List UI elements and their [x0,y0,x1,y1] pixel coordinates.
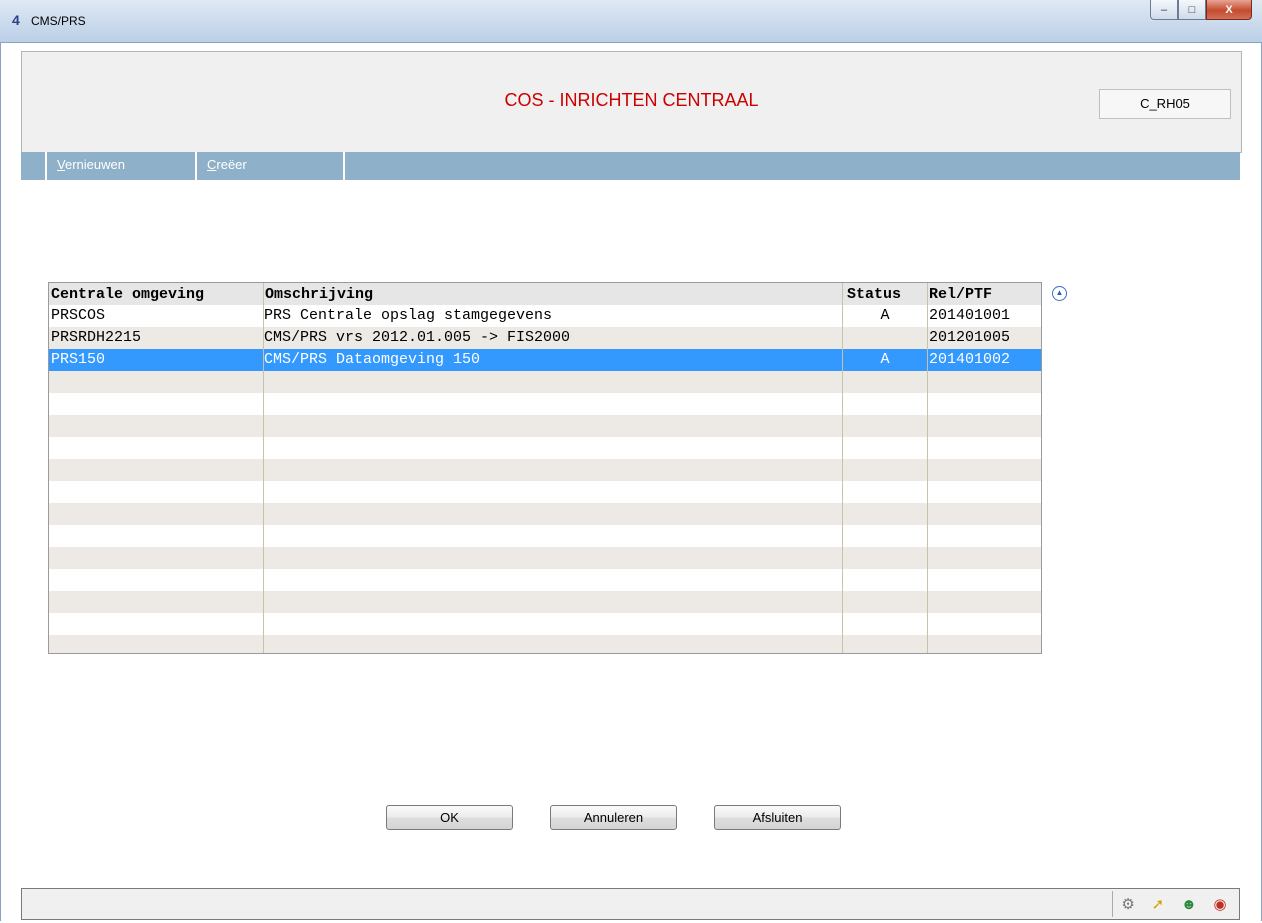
table-row-empty[interactable] [49,591,1041,613]
menu-item-creeer[interactable]: Creëer [195,152,345,180]
menu-label-rest: reëer [216,157,247,172]
table-row-selected[interactable]: PRS150 CMS/PRS Dataomgeving 150 A 201401… [49,349,1041,371]
column-header-status[interactable]: Status [847,283,901,305]
column-header-omgeving[interactable]: Centrale omgeving [51,283,204,305]
menu-label-rest: ernieuwen [64,157,125,172]
connection-icon[interactable]: ⚙ [1121,895,1134,913]
menu-bar: Vernieuwen Creëer [21,152,1240,180]
annuleren-button[interactable]: Annuleren [550,805,677,830]
cell-omschrijving: CMS/PRS vrs 2012.01.005 -> FIS2000 [264,329,571,346]
table-row-empty[interactable] [49,525,1041,547]
cell-omschrijving: PRS Centrale opslag stamgegevens [264,307,553,324]
table-row-empty[interactable] [49,613,1041,635]
omgeving-table[interactable]: Centrale omgeving Omschrijving Status Re… [48,282,1042,654]
cell-status: A [880,351,890,368]
screen-code-field: C_RH05 [1099,89,1231,119]
cell-status [843,327,927,349]
menu-item-vernieuwen[interactable]: Vernieuwen [45,152,195,180]
minimize-button[interactable]: – [1150,0,1178,20]
cell-relptf: 201401002 [929,351,1011,368]
user-icon[interactable]: ☻ [1181,896,1197,913]
status-tray: ⚙ ➚ ☻ ◉ [1112,891,1235,917]
window-titlebar: 4 CMS/PRS – □ X [0,0,1262,43]
cell-omschrijving: CMS/PRS Dataomgeving 150 [264,351,481,368]
cell-omgeving: PRS150 [51,351,106,368]
window-controls: – □ X [1150,0,1252,20]
table-row-empty[interactable] [49,393,1041,415]
help-arrow-icon[interactable]: ➚ [1152,895,1165,913]
table-row-empty[interactable] [49,437,1041,459]
table-row-empty[interactable] [49,481,1041,503]
app-logo-icon: 4 [12,12,20,28]
afsluiten-button[interactable]: Afsluiten [714,805,841,830]
table-row[interactable]: PRSRDH2215 CMS/PRS vrs 2012.01.005 -> FI… [49,327,1041,349]
screen-title: COS - INRICHTEN CENTRAAL [504,90,759,110]
ok-button[interactable]: OK [386,805,513,830]
maximize-button[interactable]: □ [1178,0,1206,20]
menu-accel: C [207,157,217,172]
close-button[interactable]: X [1206,0,1252,20]
menu-accel: V [57,157,65,172]
screen-header: COS - INRICHTEN CENTRAAL C_RH05 [21,51,1242,153]
cell-status: A [880,307,890,324]
table-row-empty[interactable] [49,415,1041,437]
table-row-empty[interactable] [49,547,1041,569]
table-row-empty[interactable] [49,371,1041,393]
table-header: Centrale omgeving Omschrijving Status Re… [49,283,1041,306]
column-divider [927,283,928,653]
column-header-relptf[interactable]: Rel/PTF [929,283,992,305]
column-header-omschrijving[interactable]: Omschrijving [265,283,373,305]
cell-omgeving: PRSCOS [51,307,106,324]
table-row-empty[interactable] [49,459,1041,481]
database-icon[interactable]: ◉ [1214,895,1227,913]
column-divider [842,283,843,653]
window-title: CMS/PRS [31,14,86,28]
table-row-empty[interactable] [49,503,1041,525]
table-row[interactable]: PRSCOS PRS Centrale opslag stamgegevens … [49,305,1041,327]
cell-relptf: 201401001 [929,307,1011,324]
cell-omgeving: PRSRDH2215 [51,329,142,346]
sort-toggle-icon[interactable]: ▲ [1052,286,1067,301]
table-row-empty[interactable] [49,635,1041,653]
table-row-empty[interactable] [49,569,1041,591]
column-divider [263,283,264,653]
table-body: PRSCOS PRS Centrale opslag stamgegevens … [49,305,1041,653]
status-bar: ⚙ ➚ ☻ ◉ [21,888,1240,920]
cell-relptf: 201201005 [929,329,1011,346]
